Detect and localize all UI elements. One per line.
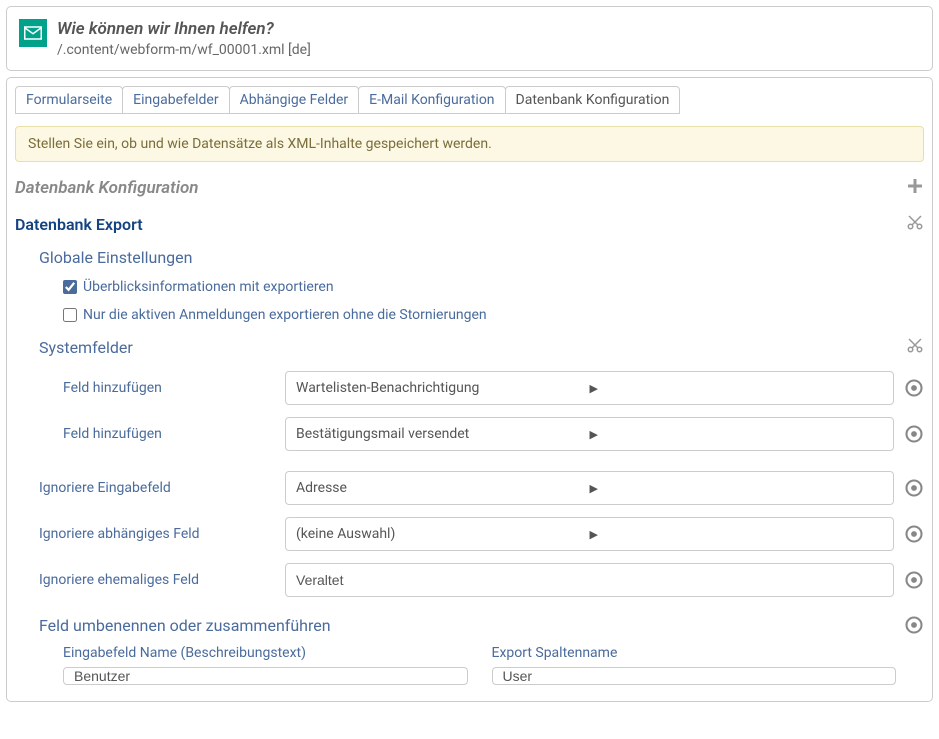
add-icon[interactable] bbox=[906, 176, 924, 200]
select-ignore-dep[interactable]: (keine Auswahl) ▶ bbox=[285, 517, 894, 551]
select-ignore-dep-value: (keine Auswahl) bbox=[296, 526, 590, 542]
select-add-field-2-value: Bestätigungsmail versendet bbox=[296, 426, 590, 442]
label-ignore-former: Ignoriere ehemaliges Feld bbox=[39, 572, 275, 588]
checkbox-overview-export[interactable]: Überblicksinformationen mit exportieren bbox=[63, 279, 924, 295]
subsection-rename: Feld umbenennen oder zusammenführen bbox=[39, 616, 331, 635]
checkbox-active-input[interactable] bbox=[63, 308, 77, 322]
checkbox-active-label: Nur die aktiven Anmeldungen exportieren … bbox=[83, 307, 487, 323]
chevron-right-icon: ▶ bbox=[590, 482, 884, 495]
label-rename-input: Eingabefeld Name (Beschreibungstext) bbox=[63, 645, 468, 661]
chevron-right-icon: ▶ bbox=[590, 382, 884, 395]
tab-datenbank-konfig[interactable]: Datenbank Konfiguration bbox=[505, 86, 681, 114]
chevron-right-icon: ▶ bbox=[590, 428, 884, 441]
label-rename-export: Export Spaltenname bbox=[492, 645, 897, 661]
select-ignore-input-value: Adresse bbox=[296, 480, 590, 496]
help-text: Stellen Sie ein, ob und wie Datensätze a… bbox=[15, 126, 924, 162]
main-panel: Formularseite Eingabefelder Abhängige Fe… bbox=[6, 77, 933, 702]
page-title: Wie können wir Ihnen helfen? bbox=[57, 19, 920, 39]
subsection-global: Globale Einstellungen bbox=[39, 248, 924, 267]
target-icon-6[interactable] bbox=[904, 615, 924, 635]
page-path: /.content/webform-m/wf_00001.xml [de] bbox=[57, 42, 920, 58]
target-icon-5[interactable] bbox=[904, 570, 924, 590]
target-icon-4[interactable] bbox=[904, 524, 924, 544]
checkbox-overview-label: Überblicksinformationen mit exportieren bbox=[83, 279, 334, 295]
input-ignore-former[interactable] bbox=[285, 563, 894, 597]
label-add-field-2: Feld hinzufügen bbox=[63, 426, 275, 442]
select-ignore-input[interactable]: Adresse ▶ bbox=[285, 471, 894, 505]
section-db-export: Datenbank Export bbox=[15, 215, 143, 234]
input-rename-field[interactable] bbox=[63, 667, 468, 685]
tab-formularseite[interactable]: Formularseite bbox=[15, 86, 123, 114]
target-icon-2[interactable] bbox=[904, 424, 924, 444]
cut-icon-sysfields[interactable] bbox=[906, 335, 924, 359]
chevron-right-icon: ▶ bbox=[590, 528, 884, 541]
tab-email-konfig[interactable]: E-Mail Konfiguration bbox=[358, 86, 505, 114]
target-icon-3[interactable] bbox=[904, 478, 924, 498]
input-rename-export[interactable] bbox=[492, 667, 897, 685]
tab-eingabefelder[interactable]: Eingabefelder bbox=[122, 86, 229, 114]
label-ignore-input: Ignoriere Eingabefeld bbox=[39, 480, 275, 496]
tab-bar: Formularseite Eingabefelder Abhängige Fe… bbox=[15, 86, 924, 114]
label-ignore-dep: Ignoriere abhängiges Feld bbox=[39, 526, 275, 542]
header-panel: Wie können wir Ihnen helfen? /.content/w… bbox=[6, 6, 933, 71]
target-icon-1[interactable] bbox=[904, 378, 924, 398]
select-add-field-2[interactable]: Bestätigungsmail versendet ▶ bbox=[285, 417, 894, 451]
label-add-field-1: Feld hinzufügen bbox=[63, 380, 275, 396]
checkbox-overview-input[interactable] bbox=[63, 280, 77, 294]
section-db-config: Datenbank Konfiguration bbox=[15, 178, 199, 198]
mail-icon bbox=[19, 19, 47, 47]
select-add-field-1-value: Wartelisten-Benachrichtigung bbox=[296, 380, 590, 396]
checkbox-active-only[interactable]: Nur die aktiven Anmeldungen exportieren … bbox=[63, 307, 924, 323]
subsection-systemfields: Systemfelder bbox=[39, 338, 133, 357]
select-add-field-1[interactable]: Wartelisten-Benachrichtigung ▶ bbox=[285, 371, 894, 405]
tab-abhaengige-felder[interactable]: Abhängige Felder bbox=[229, 86, 360, 114]
cut-icon[interactable] bbox=[906, 212, 924, 236]
